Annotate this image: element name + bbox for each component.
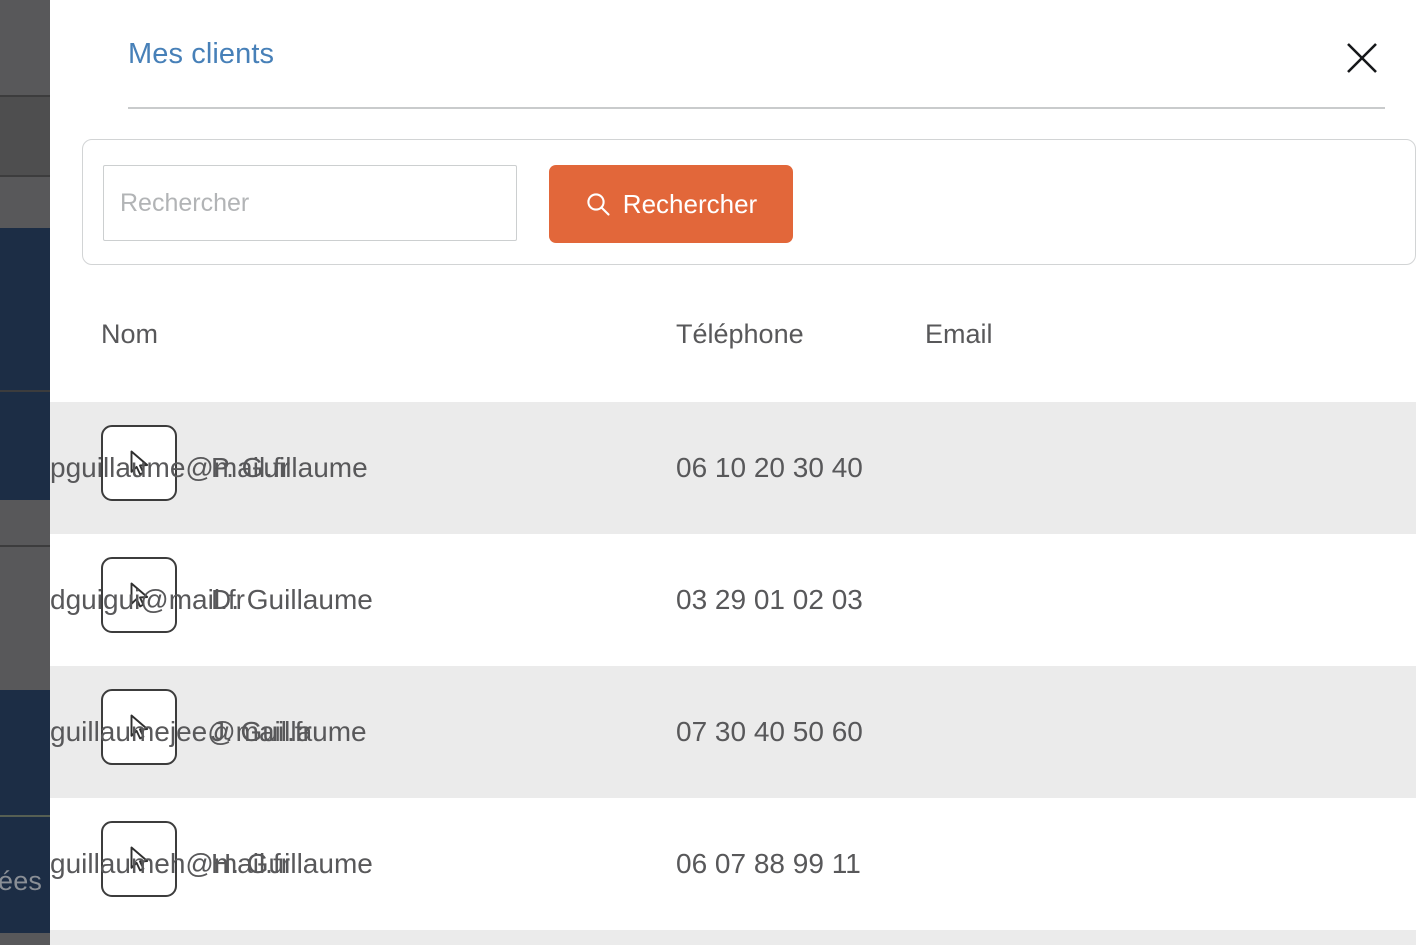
background-band xyxy=(0,933,50,945)
search-input[interactable] xyxy=(103,165,517,241)
cell-email: guillaumejee@mail.fr xyxy=(50,716,312,747)
column-header-telephone: Téléphone xyxy=(676,319,804,349)
background-page-strip: ées xyxy=(0,0,50,945)
cell-telephone: 03 29 01 02 03 xyxy=(676,584,863,615)
cell-telephone: 06 07 88 99 11 xyxy=(676,848,861,879)
mes-clients-modal: Mes clients Rechercher Rechercher Nom Té… xyxy=(50,0,1416,945)
background-text-fragment: ées xyxy=(0,866,43,896)
client-picker-screen: ées Mes clients Rechercher Rechercher No… xyxy=(0,0,1416,945)
table-body: P. Guillaume 06 10 20 30 40 pguillaume@mai… xyxy=(50,402,1416,930)
background-band xyxy=(0,500,50,545)
background-band xyxy=(0,175,50,228)
background-band xyxy=(0,390,50,500)
cell-email: guillaumeh@mail.fr xyxy=(50,848,291,879)
background-band xyxy=(0,228,50,390)
search-icon xyxy=(585,191,611,217)
clients-table: Nom Téléphone Email P. Guillaume 06 10 20… xyxy=(50,295,1416,945)
cell-telephone: 07 30 40 50 60 xyxy=(676,716,863,747)
search-panel: Rechercher xyxy=(82,139,1416,265)
table-row[interactable]: H. Guillaume 06 07 88 99 11 guillaumeh@mai… xyxy=(50,798,1416,930)
background-band xyxy=(0,690,50,815)
cell-telephone: 06 10 20 30 40 xyxy=(676,452,863,483)
cell-email: dguigui@mail.fr xyxy=(50,584,245,615)
background-band xyxy=(0,95,50,175)
page-title: Mes clients xyxy=(128,38,275,70)
header-divider xyxy=(128,107,1385,109)
table-header-row: Nom Téléphone Email xyxy=(50,295,1416,402)
background-band xyxy=(0,545,50,690)
table-row[interactable]: P. Guillaume 06 10 20 30 40 pguillaume@mai… xyxy=(50,402,1416,534)
background-band xyxy=(0,0,50,95)
table-row-partial xyxy=(50,930,1416,945)
table-row[interactable]: J. Guillaume 07 30 40 50 60 guillaumejee@m… xyxy=(50,666,1416,798)
search-button[interactable]: Rechercher xyxy=(549,165,793,243)
column-header-email: Email xyxy=(925,319,993,349)
cell-email: pguillaume@mail.fr xyxy=(50,452,291,483)
table-row[interactable]: D. Guillaume 03 29 01 02 03 dguigui@mail.f… xyxy=(50,534,1416,666)
modal-header: Mes clients xyxy=(50,0,1416,109)
search-button-label: Rechercher xyxy=(622,188,758,219)
close-icon[interactable] xyxy=(1339,35,1385,81)
column-header-nom: Nom xyxy=(101,319,159,349)
